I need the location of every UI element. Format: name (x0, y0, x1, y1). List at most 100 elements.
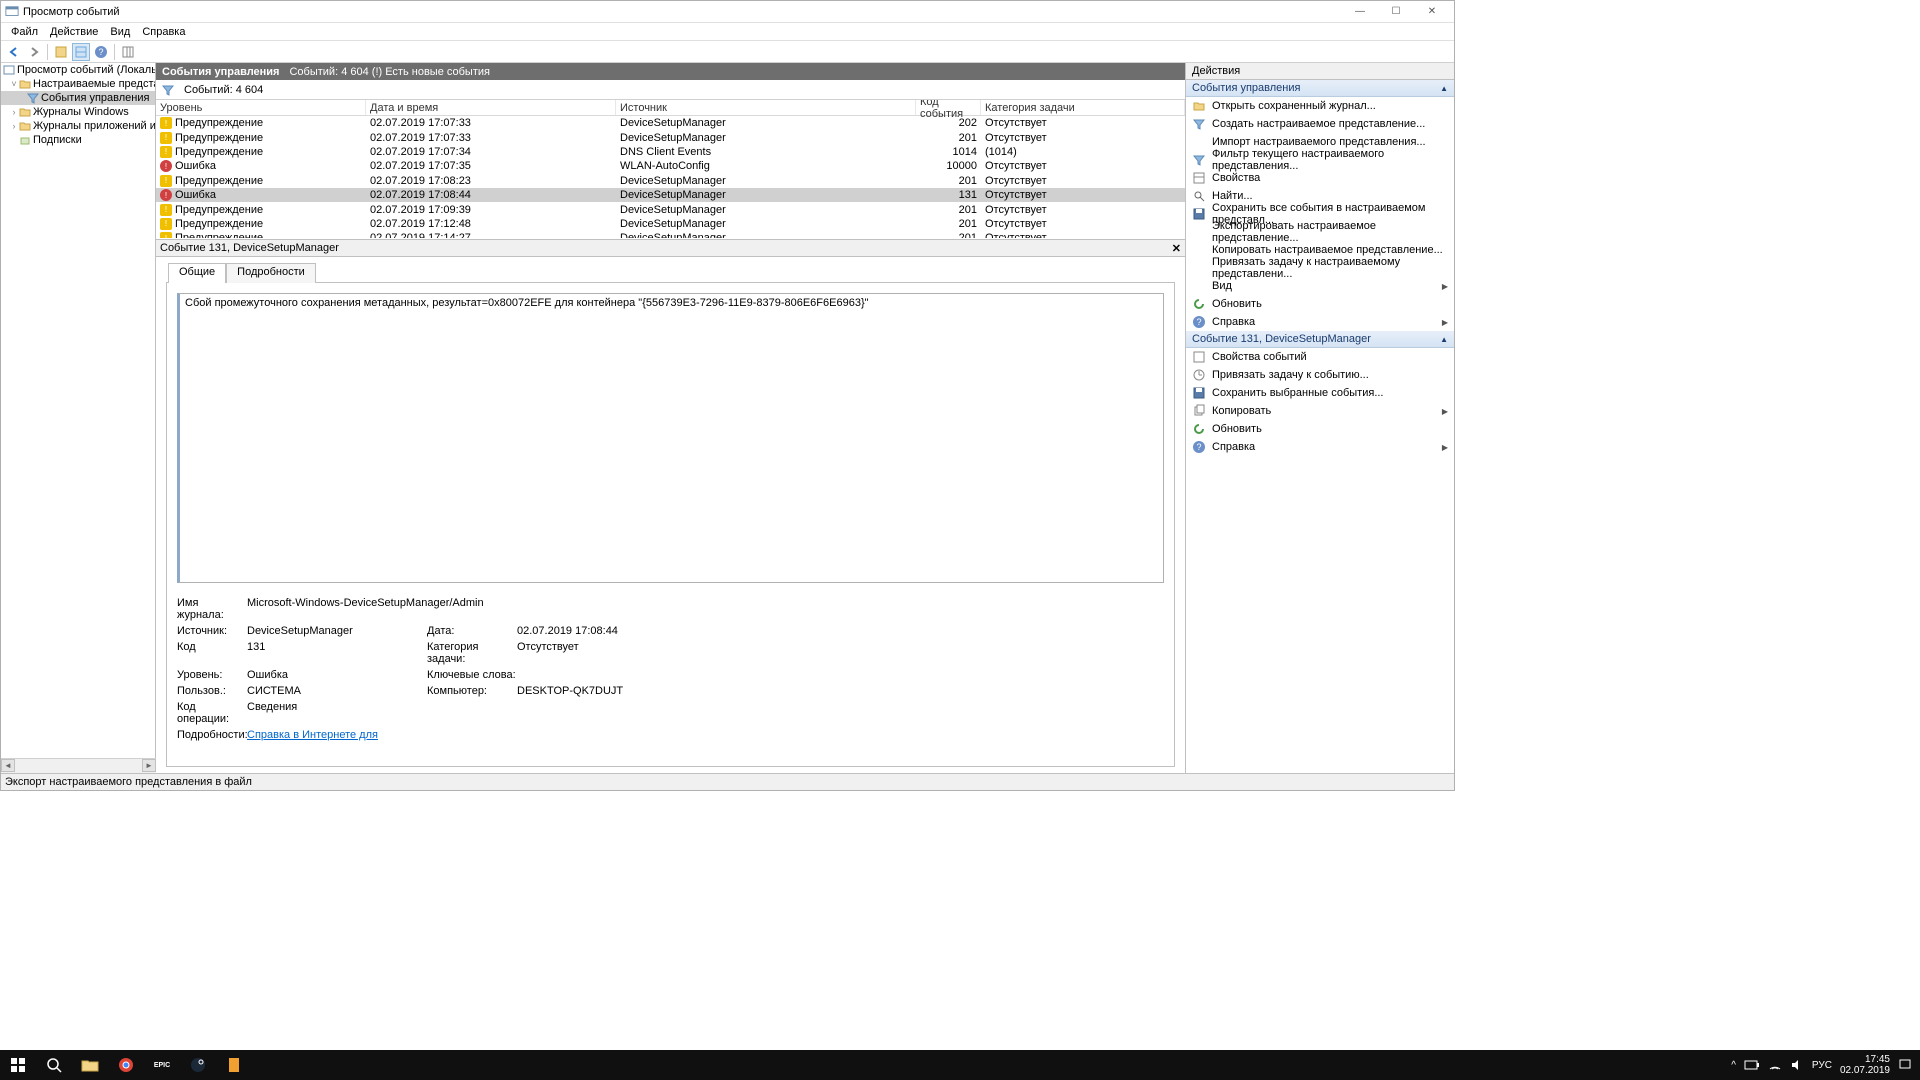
col-code[interactable]: Код события (916, 100, 981, 115)
action-event-copy[interactable]: Копировать▶ (1186, 402, 1454, 420)
refresh-icon (1192, 422, 1206, 436)
tray-notifications-icon[interactable] (1898, 1058, 1912, 1072)
tree-app-logs[interactable]: › Журналы приложений и сл (1, 119, 155, 133)
table-row[interactable]: !Предупреждение02.07.2019 17:07:33Device… (156, 116, 1185, 130)
preview-button[interactable] (72, 43, 90, 61)
action-event-help[interactable]: ?Справка▶ (1186, 438, 1454, 456)
tray-network-icon[interactable] (1768, 1059, 1782, 1071)
tray-chevron-icon[interactable]: ^ (1731, 1060, 1736, 1071)
start-button[interactable] (0, 1050, 36, 1080)
action-refresh[interactable]: Обновить (1186, 295, 1454, 313)
action-event-properties[interactable]: Свойства событий (1186, 348, 1454, 366)
actions-pane: Действия События управления▲ Открыть сох… (1186, 63, 1454, 773)
minimize-button[interactable]: — (1342, 2, 1378, 22)
action-create-view[interactable]: Создать настраиваемое представление... (1186, 115, 1454, 133)
tree-admin-events[interactable]: События управления (1, 91, 155, 105)
actions-section-view[interactable]: События управления▲ (1186, 80, 1454, 97)
center-header: События управления Событий: 4 604 (!) Ес… (156, 63, 1185, 80)
filter-icon (162, 84, 174, 96)
table-row[interactable]: !Предупреждение02.07.2019 17:08:23Device… (156, 174, 1185, 188)
event-message[interactable]: Сбой промежуточного сохранения метаданны… (177, 293, 1164, 583)
source-value: DeviceSetupManager (247, 625, 427, 637)
properties-icon (1192, 171, 1206, 185)
steam-button[interactable] (180, 1050, 216, 1080)
tree-root[interactable]: Просмотр событий (Локальн (1, 63, 155, 77)
tree-pane[interactable]: Просмотр событий (Локальн ˅ Настраиваемы… (1, 63, 156, 758)
tree-subscriptions[interactable]: Подписки (1, 133, 155, 147)
moreinfo-link[interactable]: Справка в Интернете для (247, 729, 717, 741)
col-level[interactable]: Уровень (156, 100, 366, 115)
action-event-save[interactable]: Сохранить выбранные события... (1186, 384, 1454, 402)
table-row[interactable]: !Предупреждение02.07.2019 17:14:27Device… (156, 231, 1185, 238)
action-attach-task[interactable]: Привязать задачу к настраиваемому предст… (1186, 259, 1454, 277)
taskbar-item[interactable] (216, 1050, 252, 1080)
back-button[interactable] (5, 43, 23, 61)
table-row[interactable]: !Ошибка02.07.2019 17:07:35WLAN-AutoConfi… (156, 159, 1185, 173)
action-open-log[interactable]: Открыть сохраненный журнал... (1186, 97, 1454, 115)
date-value: 02.07.2019 17:08:44 (517, 625, 717, 637)
action-help[interactable]: ?Справка▶ (1186, 313, 1454, 331)
system-tray[interactable]: ^ РУС 17:4502.07.2019 (1731, 1054, 1920, 1076)
code-value: 131 (247, 641, 427, 665)
chrome-button[interactable] (108, 1050, 144, 1080)
maximize-button[interactable]: ☐ (1378, 2, 1414, 22)
table-row[interactable]: !Предупреждение02.07.2019 17:12:48Device… (156, 217, 1185, 231)
tray-clock[interactable]: 17:4502.07.2019 (1840, 1054, 1890, 1076)
taskbar[interactable]: EPIC ^ РУС 17:4502.07.2019 (0, 1050, 1920, 1080)
save-icon (1192, 207, 1206, 221)
source-label: Источник: (177, 625, 247, 637)
explorer-button[interactable] (72, 1050, 108, 1080)
columns-button[interactable] (119, 43, 137, 61)
tree-custom-views[interactable]: ˅ Настраиваемые представл (1, 77, 155, 91)
forward-button[interactable] (25, 43, 43, 61)
copy-icon (1192, 404, 1206, 418)
event-count: Событий: 4 604 (184, 84, 263, 96)
titlebar[interactable]: Просмотр событий — ☐ ✕ (1, 1, 1454, 23)
tree-windows-logs[interactable]: › Журналы Windows (1, 105, 155, 119)
event-grid: Уровень Дата и время Источник Код событи… (156, 100, 1185, 240)
table-row[interactable]: !Предупреждение02.07.2019 17:07:34DNS Cl… (156, 145, 1185, 159)
action-filter-view[interactable]: Фильтр текущего настраиваемого представл… (1186, 151, 1454, 169)
table-row[interactable]: !Предупреждение02.07.2019 17:09:39Device… (156, 202, 1185, 216)
grid-header[interactable]: Уровень Дата и время Источник Код событи… (156, 100, 1185, 116)
detail-panel: Сбой промежуточного сохранения метаданны… (166, 282, 1175, 767)
menu-file[interactable]: Файл (5, 26, 44, 38)
computer-label: Компьютер: (427, 685, 517, 697)
menu-help[interactable]: Справка (136, 26, 191, 38)
grid-body[interactable]: !Предупреждение02.07.2019 17:07:33Device… (156, 116, 1185, 238)
action-event-refresh[interactable]: Обновить (1186, 420, 1454, 438)
action-properties[interactable]: Свойства (1186, 169, 1454, 187)
computer-value: DESKTOP-QK7DUJT (517, 685, 717, 697)
center-pane: События управления Событий: 4 604 (!) Ес… (156, 63, 1186, 773)
level-label: Уровень: (177, 669, 247, 681)
code-label: Код (177, 641, 247, 665)
menu-view[interactable]: Вид (104, 26, 136, 38)
tab-general[interactable]: Общие (168, 263, 226, 283)
tab-details[interactable]: Подробности (226, 263, 316, 283)
table-row[interactable]: !Предупреждение02.07.2019 17:07:33Device… (156, 130, 1185, 144)
menubar: Файл Действие Вид Справка (1, 23, 1454, 41)
col-category[interactable]: Категория задачи (981, 100, 1185, 115)
menu-action[interactable]: Действие (44, 26, 104, 38)
detail-close-button[interactable]: ✕ (1172, 242, 1181, 255)
open-icon (1192, 99, 1206, 113)
show-tree-button[interactable] (52, 43, 70, 61)
filter-icon (1192, 117, 1206, 131)
tree-hscroll[interactable]: ◄► (1, 758, 156, 773)
action-event-attach-task[interactable]: Привязать задачу к событию... (1186, 366, 1454, 384)
tray-language[interactable]: РУС (1812, 1060, 1832, 1071)
tray-volume-icon[interactable] (1790, 1059, 1804, 1071)
action-view-submenu[interactable]: Вид▶ (1186, 277, 1454, 295)
help-button[interactable]: ? (92, 43, 110, 61)
refresh-icon (1192, 297, 1206, 311)
action-export-view[interactable]: Экспортировать настраиваемое представлен… (1186, 223, 1454, 241)
search-button[interactable] (36, 1050, 72, 1080)
actions-section-event[interactable]: Событие 131, DeviceSetupManager▲ (1186, 331, 1454, 348)
col-date[interactable]: Дата и время (366, 100, 616, 115)
table-row[interactable]: !Ошибка02.07.2019 17:08:44DeviceSetupMan… (156, 188, 1185, 202)
col-source[interactable]: Источник (616, 100, 916, 115)
epic-button[interactable]: EPIC (144, 1050, 180, 1080)
tray-battery-icon[interactable] (1744, 1060, 1760, 1070)
cat-label: Категория задачи: (427, 641, 517, 665)
close-button[interactable]: ✕ (1414, 2, 1450, 22)
